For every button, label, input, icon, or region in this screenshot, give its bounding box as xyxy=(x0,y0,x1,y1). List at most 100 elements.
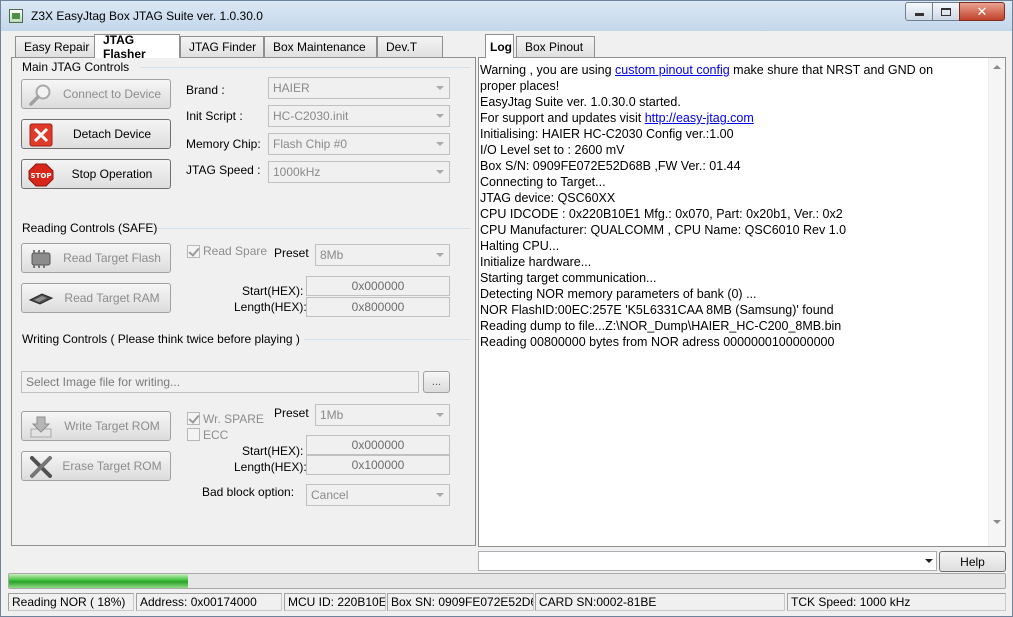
close-icon: ✕ xyxy=(976,3,988,19)
tab-box-pinout[interactable]: Box Pinout xyxy=(516,36,595,57)
init-script-select[interactable]: HC-C2030.init xyxy=(268,105,450,127)
progress-fill xyxy=(9,574,189,588)
minimize-button[interactable] xyxy=(905,2,933,21)
read-spare-checkbox[interactable] xyxy=(187,245,200,258)
detach-device-label: Detach Device xyxy=(72,127,152,141)
image-file-input[interactable]: Select Image file for writing... xyxy=(21,371,419,393)
read-target-flash-button[interactable]: Read Target Flash xyxy=(21,243,171,273)
ecc-checkbox[interactable] xyxy=(187,428,200,441)
tab-dev-t[interactable]: Dev.T xyxy=(377,36,443,57)
write-start-field[interactable]: 0x000000 xyxy=(306,435,450,455)
help-button[interactable]: Help xyxy=(939,551,1006,572)
chevron-down-icon xyxy=(436,253,444,257)
log-line: Starting target communication... xyxy=(480,271,657,285)
memory-chip-value: Flash Chip #0 xyxy=(273,137,348,151)
chip-icon xyxy=(31,250,51,268)
tab-jtag-finder[interactable]: JTAG Finder xyxy=(180,36,264,57)
wr-spare-label: Wr. SPARE xyxy=(203,412,264,426)
brand-select[interactable]: HAIER xyxy=(268,77,450,99)
tab-jtag-flasher[interactable]: JTAG Flasher xyxy=(94,33,180,61)
chevron-down-icon xyxy=(436,493,444,497)
status-tck-speed: TCK Speed: 1000 kHz xyxy=(787,593,1006,611)
bad-block-label: Bad block option: xyxy=(202,485,295,499)
command-combo[interactable] xyxy=(478,551,937,571)
write-start-label: Start(HEX): xyxy=(242,444,304,458)
read-target-flash-label: Read Target Flash xyxy=(63,251,161,265)
write-length-field[interactable]: 0x100000 xyxy=(306,455,450,475)
chevron-down-icon xyxy=(436,86,444,90)
stop-operation-button[interactable]: STOP Stop Operation xyxy=(21,159,171,189)
log-line: Reading 00800000 bytes from NOR adress 0… xyxy=(480,335,835,349)
memory-chip-select[interactable]: Flash Chip #0 xyxy=(268,133,450,155)
brand-label: Brand : xyxy=(186,83,225,97)
scroll-up-icon[interactable] xyxy=(993,65,1001,69)
close-button[interactable]: ✕ xyxy=(959,2,1005,21)
write-target-rom-button[interactable]: Write Target ROM xyxy=(21,411,171,441)
log-line: CPU Manufacturer: QUALCOMM , CPU Name: Q… xyxy=(480,223,847,237)
log-line: NOR FlashID:00EC:257E 'K5L6331CAA 8MB (S… xyxy=(480,303,834,317)
warning-text: Warning , you are using xyxy=(480,63,616,77)
title-bar[interactable]: Z3X EasyJtag Box JTAG Suite ver. 1.0.30.… xyxy=(1,1,1012,31)
log-line: Detecting NOR memory parameters of bank … xyxy=(480,287,757,301)
connect-device-button[interactable]: Connect to Device xyxy=(21,79,171,109)
read-target-ram-label: Read Target RAM xyxy=(64,291,160,305)
chevron-down-icon xyxy=(436,170,444,174)
write-target-rom-label: Write Target ROM xyxy=(64,419,160,433)
read-preset-label: Preset xyxy=(274,246,309,260)
log-line: Connecting to Target... xyxy=(480,175,606,189)
log-panel: Warning , you are using custom pinout co… xyxy=(478,57,1006,547)
browse-file-button[interactable]: ... xyxy=(423,371,450,393)
log-line: JTAG device: QSC60XX xyxy=(480,191,616,205)
write-length-label: Length(HEX): xyxy=(234,460,307,474)
status-card-sn: CARD SN:0002-81BE xyxy=(535,593,785,611)
warning-text-end: make shure that NRST and GND on xyxy=(729,63,934,77)
wr-spare-checkbox[interactable] xyxy=(187,412,200,425)
read-preset-select[interactable]: 8Mb xyxy=(315,244,450,266)
chevron-down-icon xyxy=(436,114,444,118)
log-line: Halting CPU... xyxy=(480,239,560,253)
jtag-flasher-panel: Main JTAG Controls Connect to Device Det… xyxy=(11,57,476,546)
maximize-button[interactable] xyxy=(932,2,960,21)
log-line: CPU IDCODE : 0x220B10E1 Mfg.: 0x070, Par… xyxy=(480,207,843,221)
read-start-field[interactable]: 0x000000 xyxy=(306,276,450,296)
main-controls-title: Main JTAG Controls xyxy=(22,60,130,74)
custom-pinout-link[interactable]: custom pinout config xyxy=(615,63,730,77)
stop-sign-text: STOP xyxy=(31,172,52,180)
help-label: Help xyxy=(960,554,985,569)
detach-device-button[interactable]: Detach Device xyxy=(21,119,171,149)
bad-block-select[interactable]: Cancel xyxy=(306,484,450,506)
easy-jtag-link[interactable]: http://easy-jtag.com xyxy=(645,111,754,125)
write-preset-select[interactable]: 1Mb xyxy=(315,404,450,426)
ram-icon xyxy=(28,293,54,305)
jtag-speed-label: JTAG Speed : xyxy=(186,163,261,177)
minimize-icon xyxy=(914,13,924,16)
status-bar: Reading NOR ( 18%) Address: 0x00174000 M… xyxy=(1,591,1012,616)
window-title: Z3X EasyJtag Box JTAG Suite ver. 1.0.30.… xyxy=(31,9,263,23)
connect-device-label: Connect to Device xyxy=(62,87,162,101)
maximize-icon xyxy=(941,7,951,16)
log-line: Initialising: HAIER HC-C2030 Config ver.… xyxy=(480,127,734,141)
tab-easy-repair[interactable]: Easy Repair xyxy=(15,36,96,57)
read-target-ram-button[interactable]: Read Target RAM xyxy=(21,283,171,313)
erase-target-rom-button[interactable]: Erase Target ROM xyxy=(21,451,171,481)
group-divider xyxy=(158,228,470,229)
log-line: Warning , you are using custom pinout co… xyxy=(480,62,988,78)
tab-box-maintenance[interactable]: Box Maintenance xyxy=(264,36,377,57)
read-preset-value: 8Mb xyxy=(320,248,344,262)
support-text: For support and updates visit xyxy=(480,111,645,125)
operation-progress-bar xyxy=(8,573,1006,589)
chevron-down-icon xyxy=(436,413,444,417)
log-line: Reading dump to file...Z:\NOR_Dump\HAIER… xyxy=(480,319,842,333)
read-start-label: Start(HEX): xyxy=(242,284,304,298)
write-preset-label: Preset xyxy=(274,406,309,420)
tab-log[interactable]: Log xyxy=(485,34,514,58)
jtag-speed-select[interactable]: 1000kHz xyxy=(268,161,450,183)
stop-sign-icon: STOP xyxy=(28,163,54,187)
log-scrollbar[interactable] xyxy=(988,58,1005,546)
browse-label: ... xyxy=(431,376,442,388)
tools-cross-icon xyxy=(30,456,52,478)
read-length-field[interactable]: 0x800000 xyxy=(306,297,450,317)
scroll-down-icon[interactable] xyxy=(993,520,1001,524)
status-address: Address: 0x00174000 xyxy=(136,593,282,611)
read-spare-label: Read Spare xyxy=(203,244,268,258)
